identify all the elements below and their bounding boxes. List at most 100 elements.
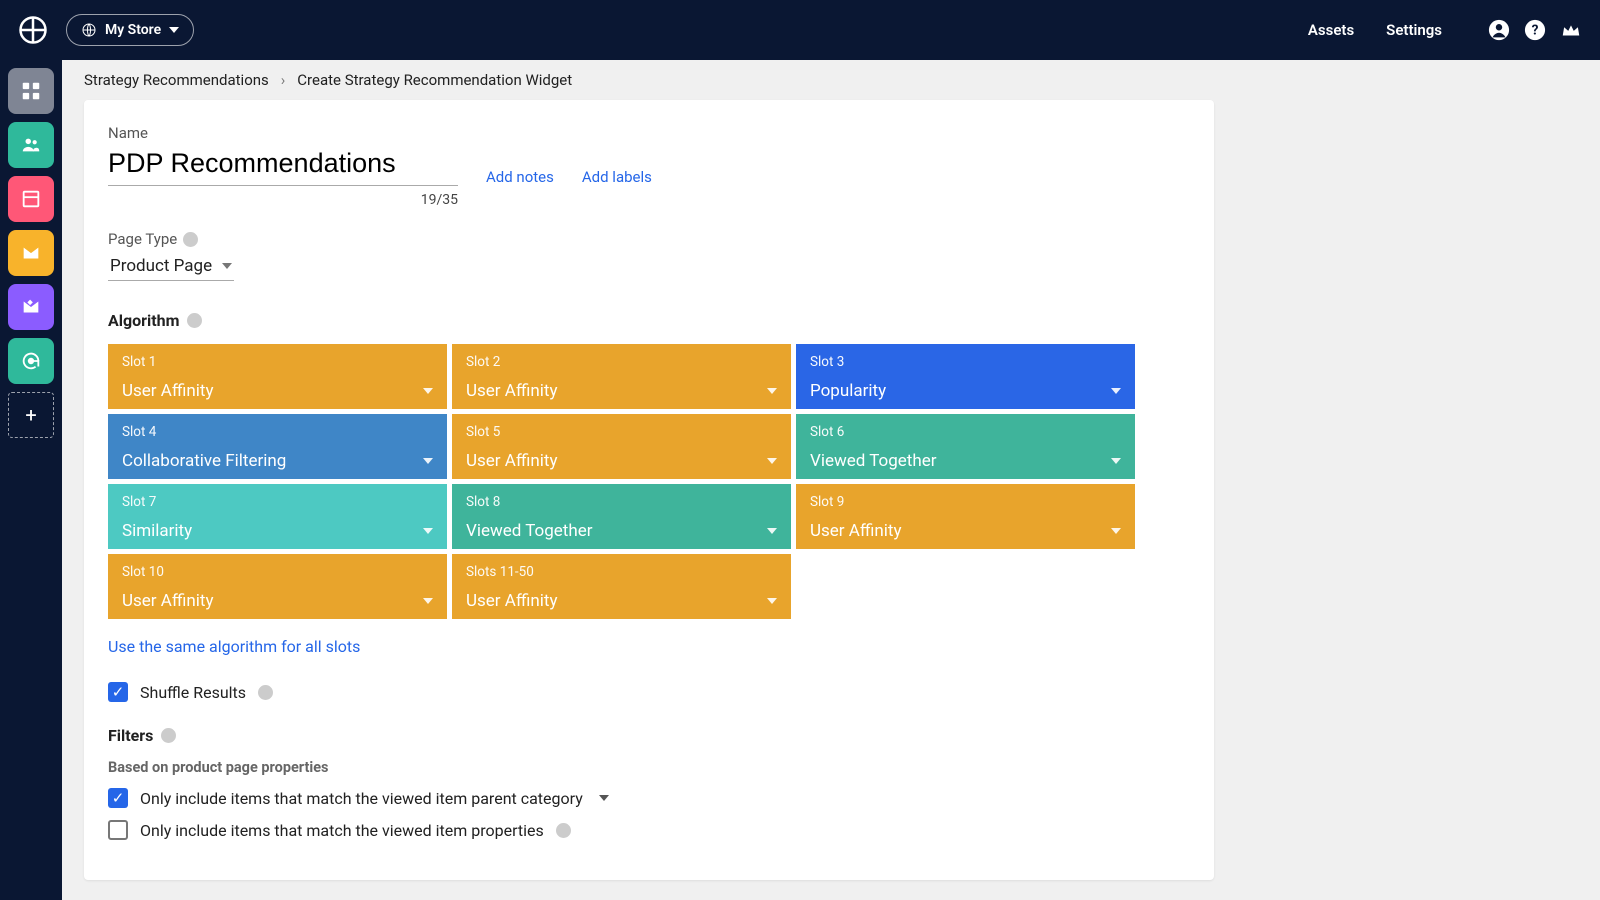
sidebar-tile-3[interactable]	[8, 230, 54, 276]
form-card: Name Add notes Add labels 19/35 Page Typ…	[84, 100, 1214, 880]
sidebar-tile-1[interactable]	[8, 122, 54, 168]
slot-value: Similarity	[122, 521, 192, 541]
filters-section: Filters Based on product page properties…	[108, 726, 1190, 840]
slot-value: Viewed Together	[810, 451, 937, 471]
help-icon[interactable]	[183, 232, 198, 247]
algorithm-slot-10[interactable]: Slot 10User Affinity	[108, 554, 447, 619]
algorithm-slot-4[interactable]: Slot 4 Collaborative Filtering	[108, 414, 447, 479]
slot-label: Slot 7	[122, 494, 433, 510]
help-icon[interactable]	[161, 728, 176, 743]
filter-label: Only include items that match the viewed…	[140, 821, 544, 840]
page-type-select[interactable]: Product Page	[108, 252, 234, 281]
shuffle-checkbox[interactable]: ✓	[108, 682, 128, 702]
page-type-value: Product Page	[110, 256, 212, 276]
breadcrumb-separator: ›	[281, 71, 286, 89]
check-icon: ✓	[112, 791, 125, 806]
same-algorithm-link[interactable]: Use the same algorithm for all slots	[108, 637, 1190, 656]
help-icon[interactable]	[258, 685, 273, 700]
store-name: My Store	[105, 22, 161, 38]
globe-icon	[81, 22, 97, 38]
algorithm-title: Algorithm	[108, 311, 179, 330]
filter-option-1: Only include items that match the viewed…	[108, 820, 1190, 840]
nav-assets[interactable]: Assets	[1308, 21, 1354, 39]
algorithm-slot-2[interactable]: Slot 2 User Affinity	[452, 344, 791, 409]
algorithm-slot-1[interactable]: Slot 1 User Affinity	[108, 344, 447, 409]
filters-title: Filters	[108, 726, 153, 745]
left-sidebar: +	[0, 60, 62, 900]
slot-label: Slot 1	[122, 354, 433, 370]
help-icon[interactable]	[556, 823, 571, 838]
caret-down-icon	[767, 458, 777, 464]
page-type-label: Page Type	[108, 230, 177, 248]
caret-down-icon	[767, 598, 777, 604]
sidebar-tile-0[interactable]	[8, 68, 54, 114]
shuffle-label: Shuffle Results	[140, 683, 246, 702]
name-label: Name	[108, 124, 1190, 142]
slot-label: Slot 9	[810, 494, 1121, 510]
sidebar-add-button[interactable]: +	[8, 392, 54, 438]
app-header: My Store Assets Settings ?	[0, 0, 1600, 60]
caret-down-icon	[1111, 388, 1121, 394]
breadcrumb-root[interactable]: Strategy Recommendations	[84, 71, 269, 89]
slot-label: Slot 2	[466, 354, 777, 370]
sidebar-tile-4[interactable]	[8, 284, 54, 330]
algorithm-slot-7[interactable]: Slot 7 Similarity	[108, 484, 447, 549]
slot-value: User Affinity	[122, 381, 214, 401]
caret-down-icon	[169, 27, 179, 33]
caret-down-icon	[423, 388, 433, 394]
name-input[interactable]	[108, 146, 458, 186]
slot-value: Viewed Together	[466, 521, 593, 541]
help-icon[interactable]: ?	[1524, 19, 1546, 41]
slot-value: User Affinity	[810, 521, 902, 541]
filter-checkbox[interactable]	[108, 820, 128, 840]
slot-value: Collaborative Filtering	[122, 451, 286, 471]
slot-value: Popularity	[810, 381, 886, 401]
algorithm-slot-6[interactable]: Slot 6 Viewed Together	[796, 414, 1135, 479]
caret-down-icon	[423, 598, 433, 604]
name-field: Name Add notes Add labels 19/35	[108, 124, 1190, 208]
slot-label: Slot 3	[810, 354, 1121, 370]
sidebar-tile-2[interactable]	[8, 176, 54, 222]
algorithm-slot-5[interactable]: Slot 5User Affinity	[452, 414, 791, 479]
algorithm-slot-9[interactable]: Slot 9 User Affinity	[796, 484, 1135, 549]
store-selector[interactable]: My Store	[66, 14, 194, 46]
breadcrumb-current: Create Strategy Recommendation Widget	[297, 71, 572, 89]
slot-grid: Slot 1User AffinitySlot 2User AffinitySl…	[108, 344, 1190, 619]
add-labels-link[interactable]: Add labels	[582, 168, 652, 186]
page-type-field: Page Type Product Page	[108, 230, 1190, 281]
shuffle-row: ✓ Shuffle Results	[108, 682, 1190, 702]
slot-value: User Affinity	[466, 451, 558, 471]
filters-subtitle: Based on product page properties	[108, 759, 1190, 776]
algorithm-section: Algorithm Slot 1 User Affinity Slot 2 User …	[108, 311, 1190, 656]
help-icon[interactable]	[187, 313, 202, 328]
algorithm-slot-8[interactable]: Slot 8 Viewed Together	[452, 484, 791, 549]
slot-value: User Affinity	[466, 381, 558, 401]
algorithm-slot-11[interactable]: Slots 11-50 User Affinity	[452, 554, 791, 619]
slot-label: Slot 8	[466, 494, 777, 510]
filter-label: Only include items that match the viewed…	[140, 789, 583, 808]
caret-down-icon	[1111, 458, 1121, 464]
caret-down-icon	[222, 263, 232, 269]
account-icon[interactable]	[1488, 19, 1510, 41]
main-area: Strategy Recommendations › Create Strate…	[62, 60, 1600, 900]
algorithm-slot-3[interactable]: Slot 3 Popularity	[796, 344, 1135, 409]
app-logo	[18, 15, 48, 45]
caret-down-icon[interactable]	[599, 795, 609, 801]
name-char-counter: 19/35	[108, 192, 458, 208]
slot-value: User Affinity	[122, 591, 214, 611]
crown-icon[interactable]	[1560, 19, 1582, 41]
breadcrumb: Strategy Recommendations › Create Strate…	[84, 60, 1578, 100]
slot-label: Slots 11-50	[466, 564, 777, 580]
sidebar-tile-5[interactable]	[8, 338, 54, 384]
nav-settings[interactable]: Settings	[1386, 21, 1442, 39]
slot-label: Slot 4	[122, 424, 433, 440]
svg-text:?: ?	[1532, 23, 1539, 39]
slot-value: User Affinity	[466, 591, 558, 611]
filter-option-0: ✓ Only include items that match the viewe…	[108, 788, 1190, 808]
filter-checkbox[interactable]: ✓	[108, 788, 128, 808]
caret-down-icon	[423, 458, 433, 464]
slot-label: Slot 6	[810, 424, 1121, 440]
caret-down-icon	[767, 388, 777, 394]
check-icon: ✓	[112, 685, 125, 700]
add-notes-link[interactable]: Add notes	[486, 168, 554, 186]
